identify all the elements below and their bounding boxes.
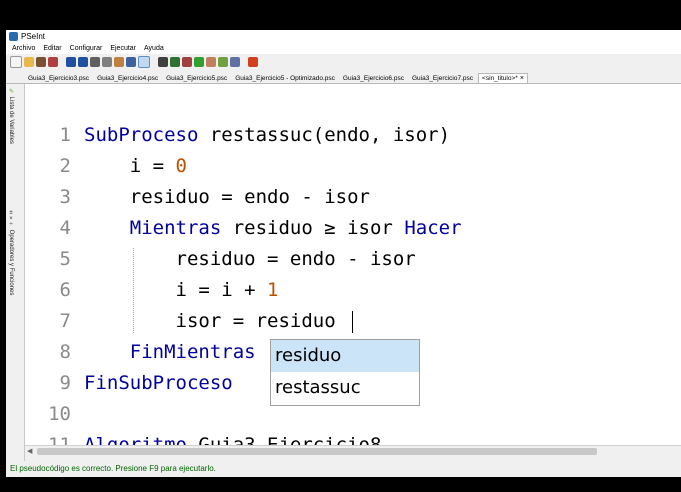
debug-icon[interactable] <box>230 57 240 67</box>
side-panel-bar: ✎ Lista de Variables ±×÷ Operadores y Fu… <box>6 84 25 464</box>
line-number: 1 <box>59 124 71 146</box>
line-number: 4 <box>59 217 71 239</box>
menu-editar[interactable]: Editar <box>39 45 65 52</box>
line-number: 9 <box>59 372 71 394</box>
menu-configurar[interactable]: Configurar <box>66 45 107 52</box>
run-icon[interactable] <box>194 57 204 67</box>
save-icon[interactable] <box>36 57 46 67</box>
window-title: PSeInt <box>21 31 46 41</box>
line-number: 5 <box>59 248 71 270</box>
open-file-icon[interactable] <box>24 57 34 67</box>
autocomplete-popup: residuo restassuc <box>270 339 420 406</box>
code-text: isor = residuo <box>84 310 336 332</box>
tab-guia3-ejercicio3[interactable]: Guia3_Ejercicio3.psc <box>25 74 92 83</box>
menu-archivo[interactable]: Archivo <box>8 45 39 52</box>
indent-guide <box>132 248 135 333</box>
toolbar <box>6 54 681 70</box>
variables-icon: ✎ <box>8 88 14 97</box>
code-text: FinSubProceso <box>84 372 233 394</box>
code-text: Algoritmo Guia3_Ejercicio8 <box>84 434 382 445</box>
export-icon[interactable] <box>218 57 228 67</box>
search-icon[interactable] <box>138 56 150 68</box>
tab-sin-titulo[interactable]: <sin_titulo>* × <box>478 73 528 83</box>
operators-functions-panel[interactable]: ±×÷ Operadores y Funciones <box>8 210 14 295</box>
pseint-window: PSeInt Archivo Editar Configurar Ejecuta… <box>6 30 681 477</box>
code-text: residuo = endo - isor <box>84 186 370 208</box>
code-line[interactable]: 4 Mientras residuo ≥ isor Hacer <box>25 213 681 244</box>
code-line[interactable]: 5 residuo = endo - isor <box>25 244 681 275</box>
line-number: 7 <box>59 310 71 332</box>
tab-guia3-ejercicio5[interactable]: Guia3_Ejercicio5.psc <box>163 74 230 83</box>
code-text: i = i + 1 <box>84 279 279 301</box>
search-next-icon[interactable] <box>158 57 168 67</box>
save-as-icon[interactable] <box>48 57 58 67</box>
operators-panel-label: Operadores y Funciones <box>8 229 14 296</box>
line-number: 11 <box>48 434 71 445</box>
code-line[interactable]: 2 i = 0 <box>25 151 681 182</box>
scroll-left-icon[interactable]: ◀ <box>27 447 32 455</box>
code-line[interactable]: 3 residuo = endo - isor <box>25 182 681 213</box>
flowchart-icon[interactable] <box>182 57 192 67</box>
step-run-icon[interactable] <box>206 57 216 67</box>
variables-panel-label: Lista de Variables <box>8 96 14 144</box>
code-text: FinMientras <box>129 341 256 363</box>
code-line[interactable]: 11 Algoritmo Guia3_Ejercicio8 <box>25 430 681 445</box>
line-number: 10 <box>48 403 71 425</box>
line-number: 8 <box>59 341 71 363</box>
horizontal-scrollbar[interactable]: ◀ <box>25 445 681 458</box>
code-text: i = 0 <box>84 155 187 177</box>
tab-guia3-ejercicio5-optimizado[interactable]: Guia3_Ejercicio5 - Optimizado.psc <box>232 74 338 83</box>
autocomplete-item-residuo[interactable]: residuo <box>271 340 419 372</box>
file-tabs: Guia3_Ejercicio3.psc Guia3_Ejercicio4.ps… <box>6 70 681 84</box>
menu-bar: Archivo Editar Configurar Ejecutar Ayuda <box>6 42 681 54</box>
variables-list-panel[interactable]: ✎ Lista de Variables <box>8 88 15 144</box>
tab-guia3-ejercicio4[interactable]: Guia3_Ejercicio4.psc <box>94 74 161 83</box>
operators-icon: ±×÷ <box>8 210 14 230</box>
menu-ejecutar[interactable]: Ejecutar <box>106 45 140 52</box>
paste-icon[interactable] <box>114 57 124 67</box>
help-icon[interactable] <box>248 57 258 67</box>
copy-icon[interactable] <box>102 57 112 67</box>
tab-guia3-ejercicio7[interactable]: Guia3_Ejercicio7.psc <box>409 74 476 83</box>
code-line[interactable]: 6 i = i + 1 <box>25 275 681 306</box>
tab-sin-titulo-label: <sin_titulo>* <box>482 75 518 82</box>
line-number: 3 <box>59 186 71 208</box>
close-tab-icon[interactable]: × <box>520 75 524 82</box>
undo-icon[interactable] <box>66 57 76 67</box>
tab-guia3-ejercicio6[interactable]: Guia3_Ejercicio6.psc <box>340 74 407 83</box>
text-cursor <box>352 311 354 333</box>
cut-icon[interactable] <box>90 57 100 67</box>
indent-icon[interactable] <box>126 57 136 67</box>
status-message: El pseudocódigo es correcto. Presione F9… <box>10 464 216 473</box>
code-line[interactable]: 1 SubProceso restassuc(endo, isor) <box>25 120 681 151</box>
title-bar: PSeInt <box>6 30 681 42</box>
line-number: 2 <box>59 155 71 177</box>
new-file-icon[interactable] <box>10 56 22 68</box>
redo-icon[interactable] <box>78 57 88 67</box>
status-bar: El pseudocódigo es correcto. Presione F9… <box>6 461 681 477</box>
autocomplete-item-restassuc[interactable]: restassuc <box>271 372 419 404</box>
line-number: 6 <box>59 279 71 301</box>
code-text: SubProceso restassuc(endo, isor) <box>84 124 451 146</box>
correct-icon[interactable] <box>170 57 180 67</box>
menu-ayuda[interactable]: Ayuda <box>140 45 168 52</box>
pseint-app-icon <box>9 31 18 41</box>
scrollbar-thumb[interactable] <box>37 448 597 455</box>
code-text: Mientras residuo ≥ isor Hacer <box>129 217 462 239</box>
